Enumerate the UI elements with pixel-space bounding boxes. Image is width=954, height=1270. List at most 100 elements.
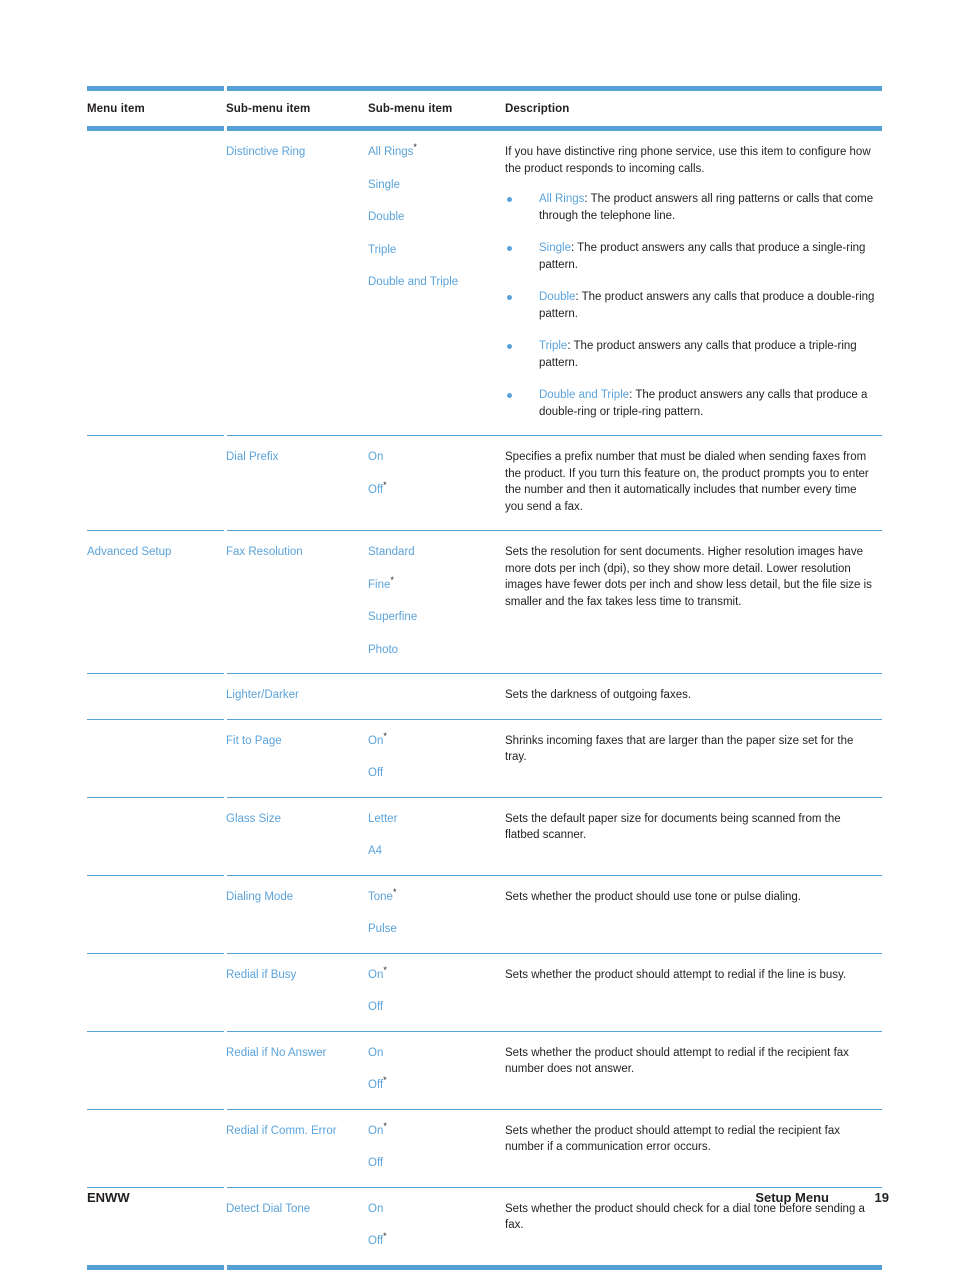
- bullet-term: Double and Triple: [539, 389, 630, 401]
- rule-segment-right: [227, 126, 882, 131]
- sub-menu-item-1-cell: Lighter/Darker: [226, 689, 299, 701]
- table-row: Dial Prefix On Off* Specifies a prefix numb…: [87, 436, 882, 530]
- rule-segment-left: [87, 952, 224, 954]
- column-header-1: Menu item: [87, 103, 145, 115]
- table-rule-thick: [87, 1264, 882, 1270]
- bullet-term: Double: [539, 291, 576, 303]
- rule-segment-left: [87, 126, 224, 131]
- list-item: Double: The product answers any calls th…: [505, 289, 878, 322]
- table-row: Fit to Page On* Off Shrinks incoming faxes …: [87, 720, 882, 797]
- bullet-text: : The product answers any calls that pro…: [539, 291, 875, 320]
- sub-menu-item-1-cell: Redial if Comm. Error: [226, 1124, 337, 1137]
- footer-chapter-title: Setup Menu: [755, 1190, 829, 1205]
- rule-segment-right: [227, 1030, 882, 1032]
- bullet-term: Triple: [539, 340, 568, 352]
- bullet-text: : The product answers any calls that pro…: [539, 340, 857, 369]
- sub-menu-item-2-cell: On Off*: [368, 436, 505, 530]
- rule-segment-right: [227, 718, 882, 720]
- rule-segment-right: [227, 673, 882, 674]
- menu-item-cell: [87, 674, 226, 719]
- sub-menu-option: Off*: [368, 479, 387, 496]
- rule-segment-group: [87, 1108, 882, 1110]
- description-cell: Sets whether the product should attempt …: [505, 1032, 882, 1109]
- footer-right-group: Setup Menu 19: [755, 1190, 889, 1205]
- rule-segment-right: [227, 796, 882, 798]
- default-asterisk: *: [383, 1231, 387, 1242]
- rule-segment-group: [87, 435, 882, 436]
- menu-item-cell: Advanced Setup: [87, 546, 172, 558]
- bullet-term: Single: [539, 242, 571, 254]
- page-footer: ENWW Setup Menu 19: [87, 1190, 889, 1205]
- sub-menu-item-1-cell: Glass Size: [226, 812, 281, 825]
- description-text: Sets whether the product should attempt …: [505, 1046, 849, 1076]
- settings-table: Menu item Sub-menu item Sub-menu item Descr…: [87, 86, 882, 1270]
- rule-segment-right: [227, 435, 882, 436]
- description-text: If you have distinctive ring phone servi…: [505, 146, 871, 175]
- default-asterisk: *: [392, 886, 397, 897]
- bullet-text: : The product answers all ring patterns …: [539, 193, 874, 222]
- column-header-2: Sub-menu item: [226, 103, 311, 115]
- default-asterisk: *: [383, 1120, 387, 1131]
- sub-menu-option: Pulse: [368, 923, 397, 935]
- list-item: Triple: The product answers any calls th…: [505, 338, 878, 371]
- description-text: Sets whether the product should attempt …: [505, 1124, 840, 1154]
- sub-menu-option: On: [368, 1046, 384, 1059]
- table-rule-thin: [87, 530, 882, 531]
- table-row: Redial if No Answer On Off* Sets whether th…: [87, 1032, 882, 1109]
- sub-menu-option: Off: [368, 1001, 384, 1013]
- rule-segment-left: [87, 718, 224, 720]
- description-cell: Sets whether the product should attempt …: [505, 954, 882, 1031]
- menu-item-cell: [87, 131, 226, 435]
- description-text: Sets the resolution for sent documents. …: [505, 546, 872, 608]
- table-rule-thin: [87, 796, 882, 798]
- description-text: Sets whether the product should attempt …: [505, 968, 847, 981]
- table-rule-thin: [87, 673, 882, 674]
- description-text: Sets the darkness of outgoing faxes.: [505, 689, 692, 701]
- rule-segment-group: [87, 952, 882, 954]
- bullet-term: All Rings: [539, 193, 585, 205]
- sub-menu-option: On*: [368, 730, 387, 747]
- sub-menu-item-1-cell: Redial if No Answer: [226, 1046, 327, 1059]
- bullet-text: : The product answers any calls that pro…: [539, 242, 866, 271]
- table-row: Redial if Comm. Error On* Off Sets whether …: [87, 1110, 882, 1187]
- sub-menu-item-2-cell: Standard Fine* Superfine Photo: [368, 531, 505, 673]
- rule-segment-right: [227, 530, 882, 531]
- list-item: All Rings: The product answers all ring …: [505, 191, 878, 224]
- list-item: Single: The product answers any calls th…: [505, 240, 878, 273]
- rule-segment-left: [87, 1186, 224, 1188]
- description-text: Shrinks incoming faxes that are larger t…: [505, 734, 854, 764]
- rule-segment-group: [87, 718, 882, 720]
- sub-menu-option: Off: [368, 1157, 384, 1169]
- sub-menu-item-1-cell: Dialing Mode: [226, 890, 294, 903]
- sub-menu-option: Double and Triple: [368, 276, 459, 288]
- description-cell: Shrinks incoming faxes that are larger t…: [505, 720, 882, 797]
- description-cell: Sets whether the product should attempt …: [505, 1110, 882, 1187]
- footer-locale: ENWW: [87, 1190, 130, 1205]
- description-text: Specifies a prefix number that must be d…: [505, 451, 869, 513]
- rule-segment-right: [227, 1264, 882, 1270]
- default-asterisk: *: [383, 1075, 387, 1086]
- sub-menu-option: On*: [368, 1120, 387, 1137]
- rule-segment-group: [87, 673, 882, 674]
- table-header-row: Menu item Sub-menu item Sub-menu item Descr…: [87, 91, 882, 126]
- default-asterisk: *: [383, 730, 387, 741]
- sub-menu-option: Photo: [368, 643, 399, 656]
- description-cell: Specifies a prefix number that must be d…: [505, 436, 882, 530]
- rule-segment-group: [87, 1186, 882, 1188]
- sub-menu-item-2-cell: On Off*: [368, 1032, 505, 1109]
- description-cell: Sets the darkness of outgoing faxes.: [505, 674, 882, 719]
- sub-menu-item-1-cell: Fit to Page: [226, 734, 282, 747]
- table-rule-thin: [87, 435, 882, 436]
- sub-menu-item-1-cell: Distinctive Ring: [226, 146, 306, 158]
- description-text: Sets whether the product should check fo…: [505, 1202, 865, 1232]
- table-row: Distinctive Ring All Rings* Single Double Tr…: [87, 131, 882, 435]
- default-asterisk: *: [383, 479, 387, 490]
- sub-menu-item-2-cell: Letter A4: [368, 798, 505, 875]
- menu-item-cell: [87, 1032, 226, 1109]
- sub-menu-option: Single: [368, 178, 400, 191]
- description-cell: Sets whether the product should use tone…: [505, 876, 882, 953]
- description-cell: Sets the default paper size for document…: [505, 798, 882, 875]
- table-rule-thin: [87, 1108, 882, 1110]
- table-rule-thin: [87, 874, 882, 876]
- sub-menu-option: Superfine: [368, 611, 418, 623]
